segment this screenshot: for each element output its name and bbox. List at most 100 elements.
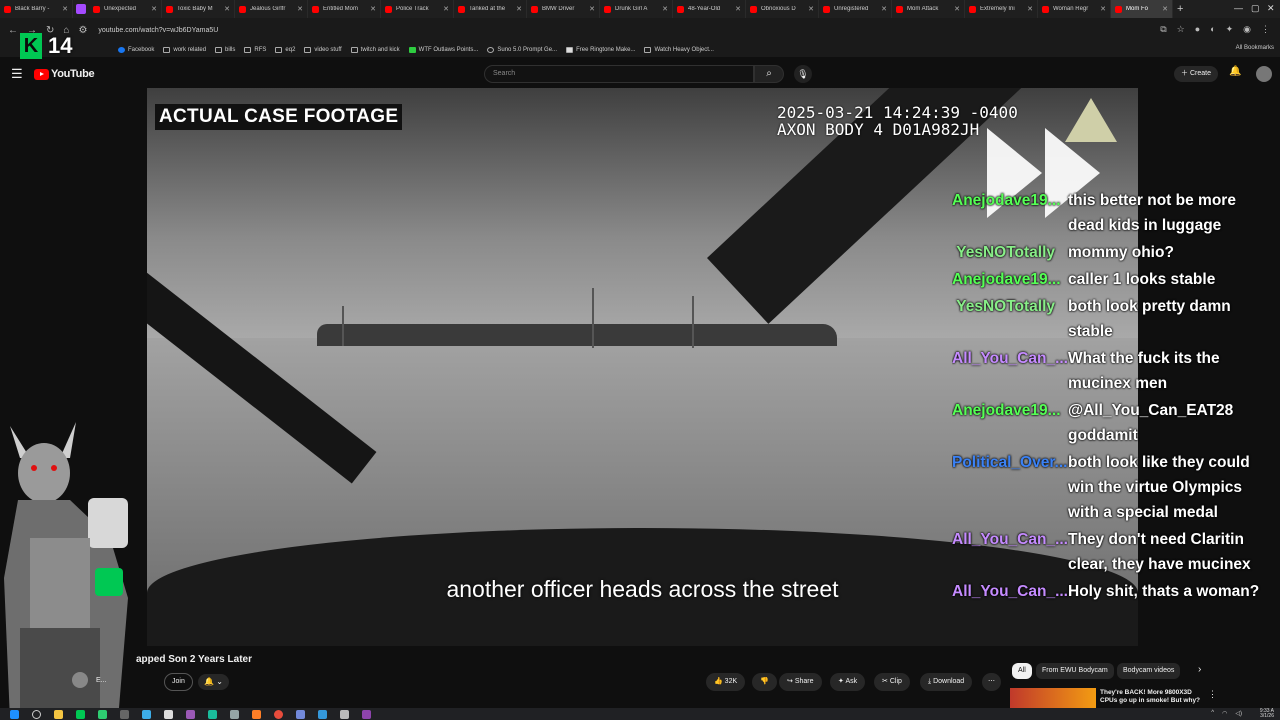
close-tab-icon[interactable]: ✕ bbox=[62, 5, 68, 13]
browser-tab[interactable]: Tanked at the ✕ bbox=[454, 0, 527, 18]
browser-tab[interactable]: Drunk Girl A ✕ bbox=[600, 0, 673, 18]
extension-icon[interactable]: ● bbox=[1195, 24, 1200, 35]
clip-button[interactable]: ✂ Clip bbox=[874, 673, 910, 691]
bell-icon[interactable]: 🔔 bbox=[1229, 66, 1241, 77]
minimize-icon[interactable]: — bbox=[1234, 3, 1243, 13]
channel-name[interactable]: E... bbox=[96, 677, 107, 684]
subscription-bell-button[interactable]: 🔔 ⌄ bbox=[198, 674, 229, 690]
url-field[interactable]: youtube.com/watch?v=wJb6DYama5U bbox=[98, 27, 218, 34]
browser-tab[interactable]: Entitled Mom ✕ bbox=[308, 0, 381, 18]
browser-tab[interactable]: Obnoxious D ✕ bbox=[746, 0, 819, 18]
system-clock[interactable]: 9:33 A 3/1/26 bbox=[1260, 709, 1274, 719]
bookmark-folder[interactable]: video stuff bbox=[304, 46, 342, 53]
bookmark-item[interactable]: Facebook bbox=[118, 46, 154, 53]
mic-icon[interactable]: 🎙 bbox=[794, 65, 812, 83]
more-icon[interactable]: ⋮ bbox=[1208, 689, 1217, 700]
extension-icon[interactable]: ◐ bbox=[1210, 24, 1215, 35]
browser-tab[interactable]: Black Barry - ✕ bbox=[0, 0, 73, 18]
channel-avatar[interactable] bbox=[72, 672, 88, 688]
chevron-up-icon[interactable]: ^ bbox=[1211, 710, 1214, 717]
close-tab-icon[interactable]: ✕ bbox=[1162, 5, 1168, 13]
close-tab-icon[interactable]: ✕ bbox=[1027, 5, 1033, 13]
dislike-button[interactable]: 👎 bbox=[752, 673, 777, 691]
bookmark-folder[interactable]: RFS bbox=[244, 46, 266, 53]
recommended-title[interactable]: They're BACK! More 9800X3D CPUs go up in… bbox=[1100, 689, 1204, 705]
bookmark-item[interactable]: WTF Outlaws Points... bbox=[408, 46, 478, 53]
firefox-icon[interactable] bbox=[252, 709, 261, 719]
app-icon[interactable] bbox=[340, 709, 349, 719]
close-tab-icon[interactable]: ✕ bbox=[589, 5, 595, 13]
app-icon[interactable] bbox=[230, 709, 239, 719]
back-icon[interactable]: ← bbox=[8, 25, 18, 36]
bookmark-folder[interactable]: eq2 bbox=[275, 46, 295, 53]
close-tab-icon[interactable]: ✕ bbox=[370, 5, 376, 13]
volume-icon[interactable]: ◁) bbox=[1235, 710, 1242, 717]
close-tab-icon[interactable]: ✕ bbox=[735, 5, 741, 13]
chip-all[interactable]: All bbox=[1012, 663, 1032, 679]
bookmark-item[interactable]: Suno 5.0 Prompt Ge... bbox=[487, 46, 557, 53]
chevron-right-icon[interactable]: › bbox=[1198, 664, 1201, 675]
browser-tab[interactable]: BMW Driver ✕ bbox=[527, 0, 600, 18]
bookmark-star-icon[interactable]: ☆ bbox=[1177, 24, 1185, 35]
close-tab-icon[interactable]: ✕ bbox=[1100, 5, 1106, 13]
settings-icon[interactable] bbox=[120, 709, 129, 719]
bookmark-item[interactable]: Free Ringtone Make... bbox=[566, 46, 635, 53]
browser-tab[interactable]: Mom Attack ✕ bbox=[892, 0, 965, 18]
windows-start-icon[interactable] bbox=[10, 709, 19, 719]
browser-tab-active[interactable]: Mom Fo ✕ bbox=[1111, 0, 1173, 18]
app-icon[interactable] bbox=[208, 709, 217, 719]
app-icon[interactable] bbox=[142, 709, 151, 719]
chip-from-ewu-bodycam[interactable]: From EWU Bodycam bbox=[1036, 663, 1114, 679]
extension-icon[interactable] bbox=[76, 4, 86, 14]
profile-icon[interactable]: ◉ bbox=[1243, 24, 1251, 35]
obs-icon[interactable] bbox=[362, 709, 371, 719]
bookmark-folder[interactable]: twitch and kick bbox=[350, 46, 400, 53]
network-icon[interactable]: ◠ bbox=[1222, 710, 1227, 717]
browser-tab[interactable]: Toxic Baby M ✕ bbox=[162, 0, 235, 18]
avatar[interactable] bbox=[1256, 66, 1272, 82]
all-bookmarks[interactable]: All Bookmarks bbox=[1236, 45, 1274, 51]
chrome-icon[interactable] bbox=[274, 709, 283, 719]
app-icon[interactable] bbox=[186, 709, 195, 719]
search-input[interactable]: Search bbox=[484, 65, 754, 83]
kick-app-icon[interactable] bbox=[76, 709, 85, 719]
like-button[interactable]: 👍 32K bbox=[706, 673, 746, 691]
app-icon[interactable] bbox=[164, 709, 173, 719]
install-icon[interactable]: ⧉ bbox=[1160, 24, 1166, 35]
file-explorer-icon[interactable] bbox=[54, 709, 63, 719]
app-icon[interactable] bbox=[98, 709, 107, 719]
ask-button[interactable]: ✦ Ask bbox=[830, 673, 866, 691]
menu-icon[interactable]: ☰ bbox=[11, 66, 23, 82]
browser-tab[interactable]: Woman Regr ✕ bbox=[1038, 0, 1111, 18]
bookmark-folder[interactable]: bills bbox=[215, 46, 235, 53]
browser-tab[interactable]: Jealous Girlfr ✕ bbox=[235, 0, 308, 18]
close-tab-icon[interactable]: ✕ bbox=[808, 5, 814, 13]
browser-tab[interactable]: Extremely Ini ✕ bbox=[965, 0, 1038, 18]
extensions-puzzle-icon[interactable]: ✦ bbox=[1226, 24, 1234, 35]
search-icon[interactable] bbox=[32, 709, 41, 719]
discord-icon[interactable] bbox=[296, 709, 305, 719]
download-button[interactable]: ⤓ Download bbox=[920, 673, 973, 691]
app-icon[interactable] bbox=[318, 709, 327, 719]
close-tab-icon[interactable]: ✕ bbox=[881, 5, 887, 13]
close-window-icon[interactable]: ✕ bbox=[1267, 3, 1275, 14]
close-tab-icon[interactable]: ✕ bbox=[662, 5, 668, 13]
create-button[interactable]: ＋ Create bbox=[1174, 66, 1218, 82]
maximize-icon[interactable]: ▢ bbox=[1251, 3, 1260, 14]
bookmark-folder[interactable]: work related bbox=[163, 46, 206, 53]
join-button[interactable]: Join bbox=[164, 673, 193, 691]
close-tab-icon[interactable]: ✕ bbox=[516, 5, 522, 13]
browser-tab[interactable]: 48-Year-Old ✕ bbox=[673, 0, 746, 18]
browser-menu-icon[interactable]: ⋮ bbox=[1261, 24, 1270, 35]
more-actions-button[interactable]: ⋯ bbox=[982, 673, 1001, 691]
recommended-thumbnail[interactable] bbox=[1010, 688, 1096, 708]
browser-tab[interactable]: Unregistered ✕ bbox=[819, 0, 892, 18]
new-tab-icon[interactable]: + bbox=[1177, 3, 1183, 15]
close-tab-icon[interactable]: ✕ bbox=[443, 5, 449, 13]
close-tab-icon[interactable]: ✕ bbox=[151, 5, 157, 13]
youtube-logo[interactable]: YouTube bbox=[34, 68, 95, 80]
browser-tab[interactable]: Police Track ✕ bbox=[381, 0, 454, 18]
close-tab-icon[interactable]: ✕ bbox=[297, 5, 303, 13]
browser-tab[interactable]: Unexpected ✕ bbox=[89, 0, 162, 18]
bookmark-item[interactable]: Watch Heavy Object... bbox=[644, 46, 714, 53]
